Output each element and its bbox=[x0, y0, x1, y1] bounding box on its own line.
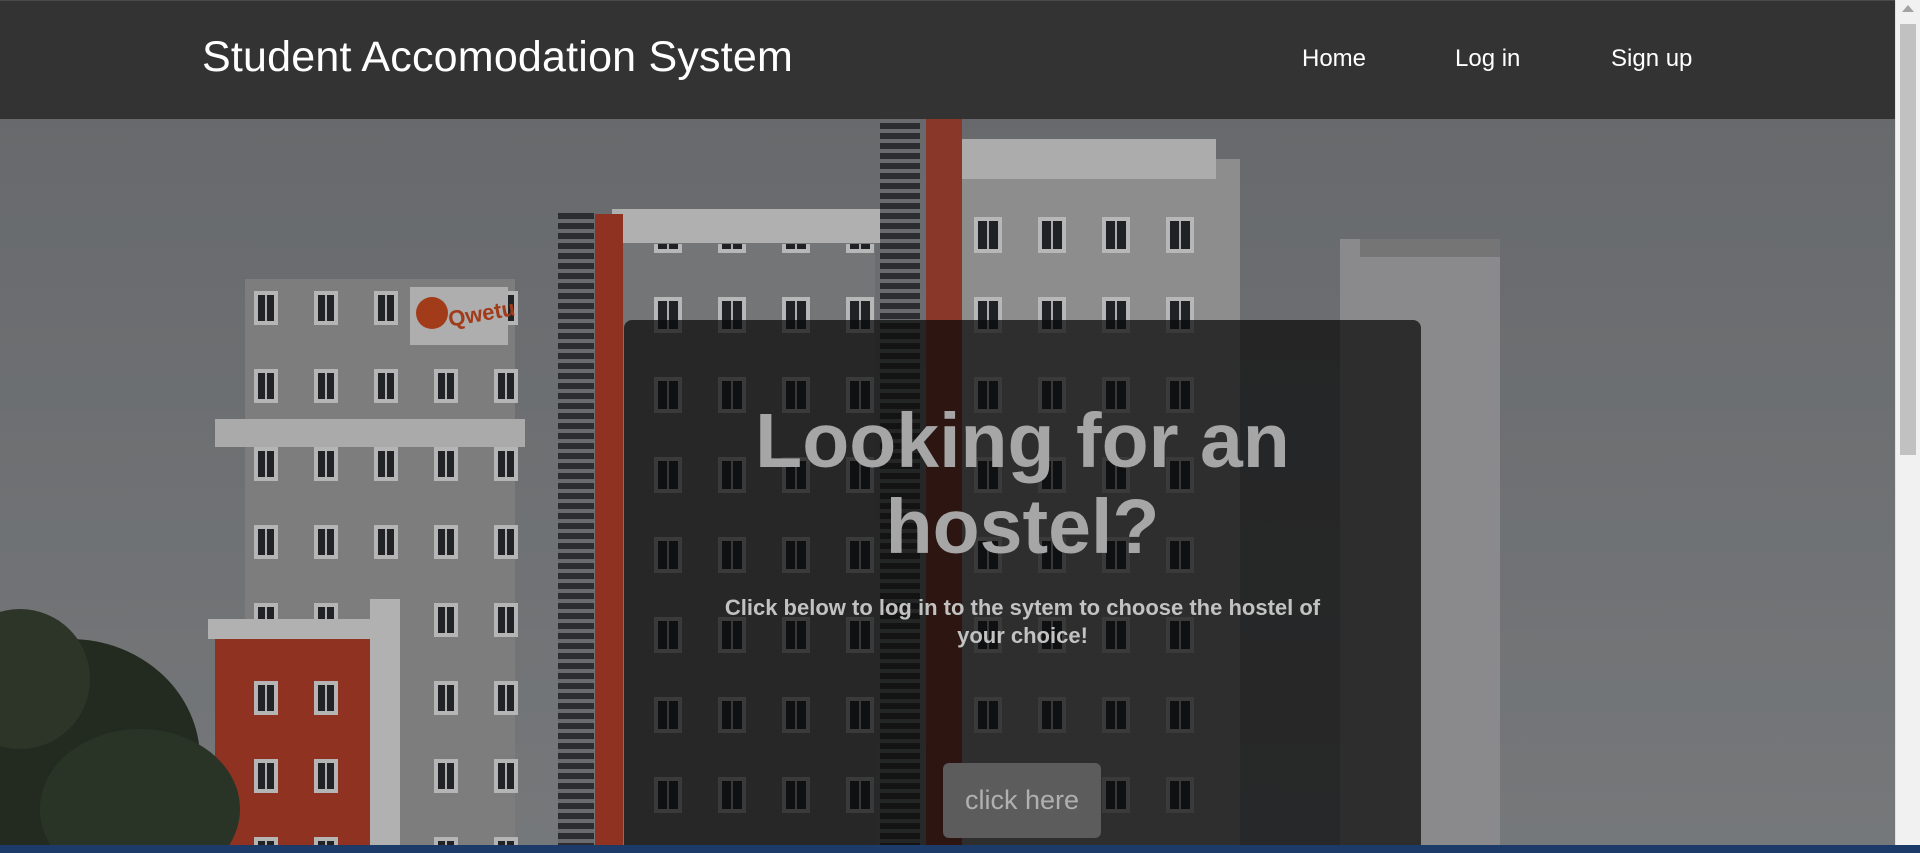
scrollbar-thumb[interactable] bbox=[1900, 24, 1916, 455]
nav-link-home[interactable]: Home bbox=[1302, 45, 1366, 73]
hero-card: Looking for an hostel? Click below to lo… bbox=[624, 320, 1421, 845]
site-brand[interactable]: Student Accomodation System bbox=[202, 33, 793, 82]
browser-viewport: Qwetu Student Accomodation System Home L… bbox=[0, 0, 1895, 845]
nav-link-log-in[interactable]: Log in bbox=[1455, 45, 1520, 73]
taskbar-edge bbox=[0, 845, 1920, 853]
scroll-up-arrow-icon[interactable] bbox=[1902, 5, 1914, 12]
click-here-button[interactable]: click here bbox=[943, 763, 1101, 838]
hero-subtitle: Click below to log in to the sytem to ch… bbox=[724, 595, 1321, 648]
hero-title: Looking for an hostel? bbox=[755, 398, 1290, 570]
top-navbar: Student Accomodation System Home Log in … bbox=[0, 0, 1895, 119]
vertical-scrollbar[interactable] bbox=[1895, 0, 1920, 845]
nav-link-sign-up[interactable]: Sign up bbox=[1611, 45, 1692, 73]
